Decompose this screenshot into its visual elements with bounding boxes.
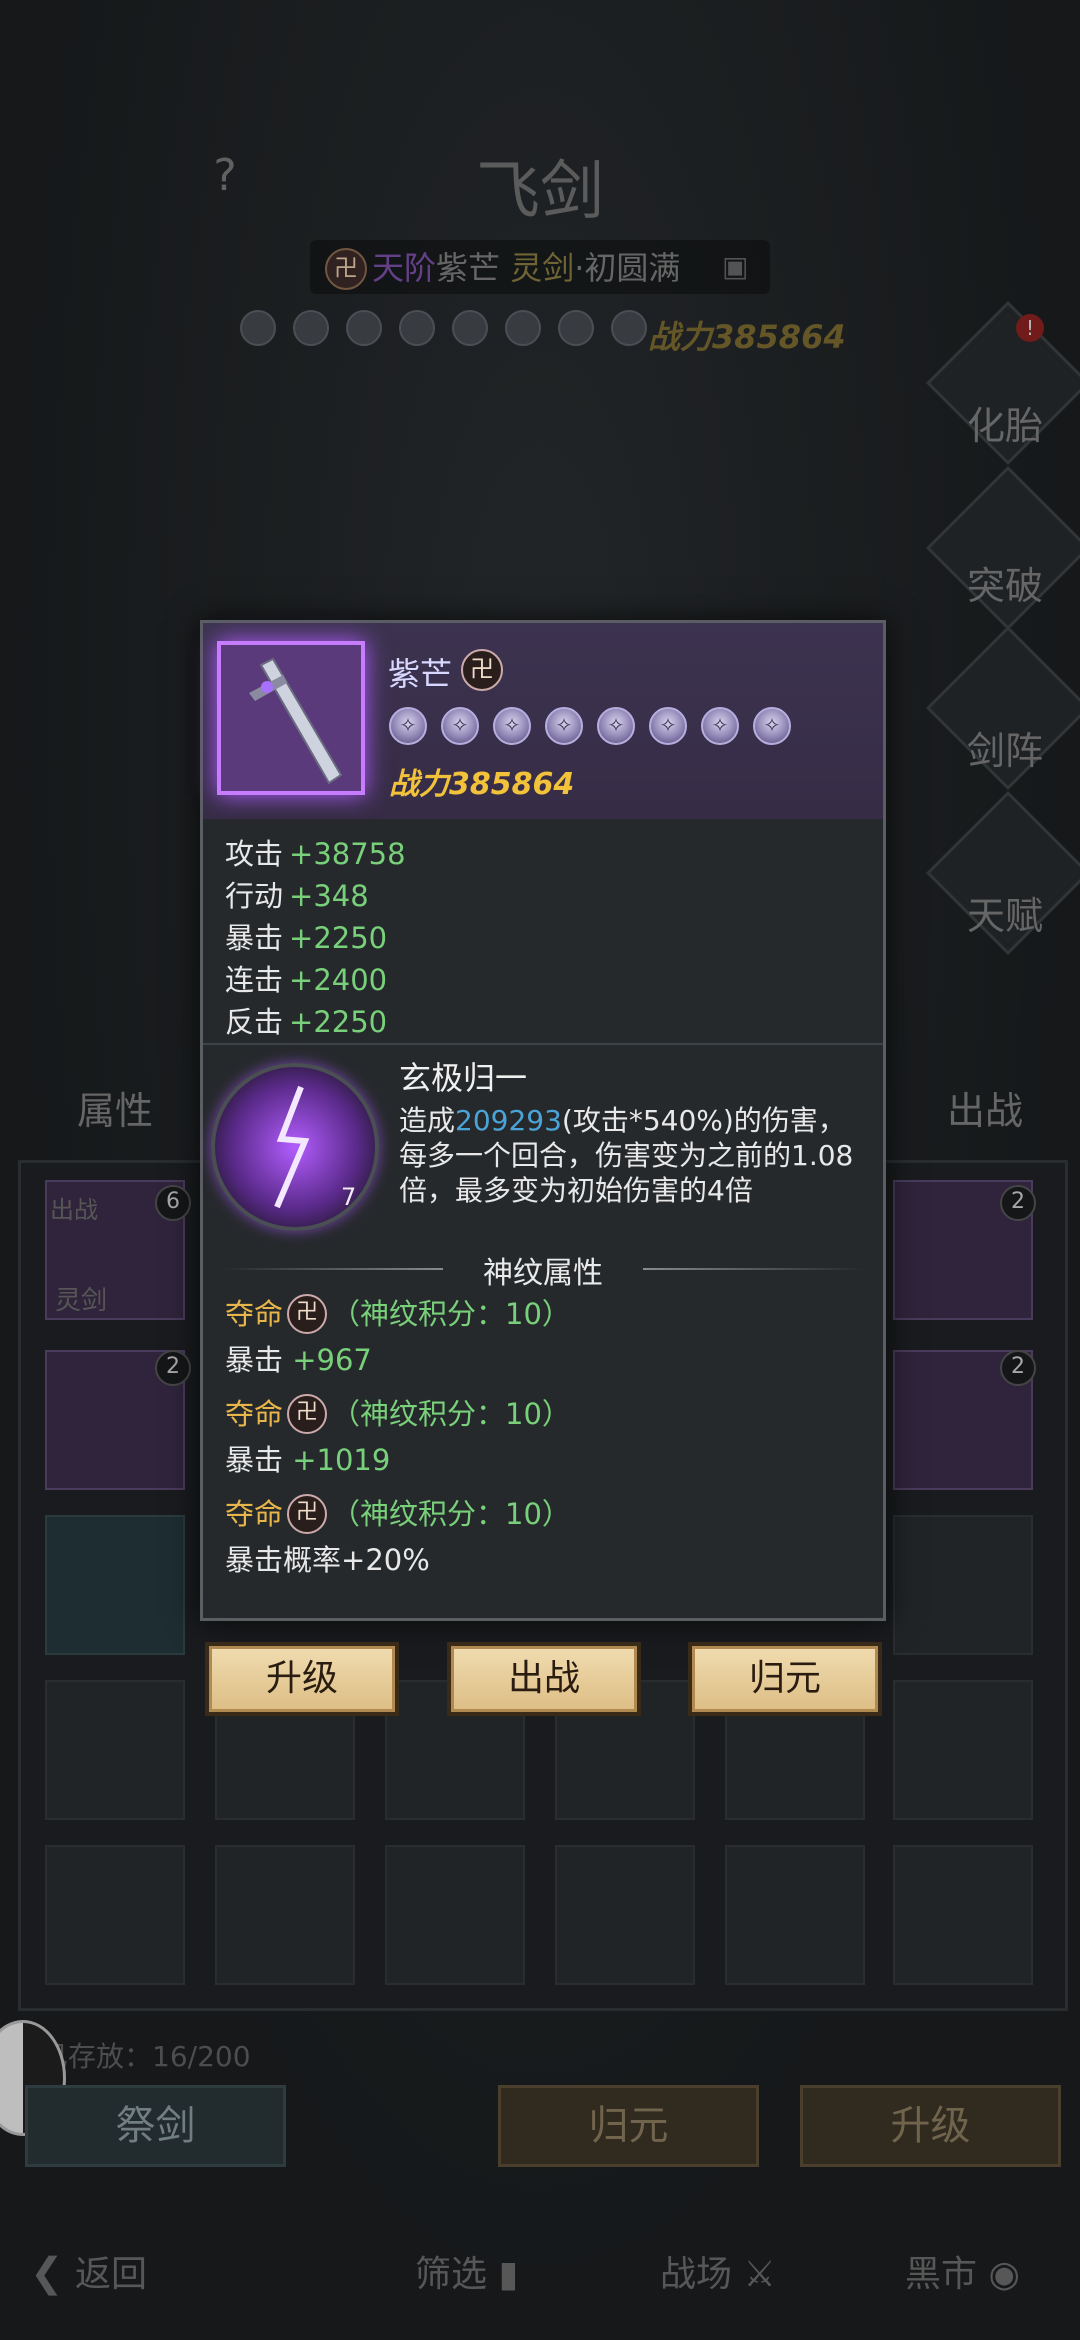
stat-row: 攻击 +38758	[225, 833, 406, 875]
stat-name: 连击	[225, 963, 284, 997]
rune-entry: 夺命卍（神纹积分：10） 暴击概率+20%	[225, 1491, 865, 1583]
rune-emblem-icon: 卍	[287, 1494, 328, 1534]
section-line-right	[643, 1268, 863, 1270]
deploy-button[interactable]: 出战	[447, 1642, 641, 1716]
divider	[203, 1043, 883, 1045]
rune-name: 夺命	[225, 1397, 284, 1431]
rune-score: （神纹积分：10）	[331, 1397, 571, 1431]
rank-emblem-icon: 卍	[461, 649, 503, 691]
rune-section-title: 神纹属性	[483, 1256, 603, 1291]
stat-row: 暴击 +2250	[225, 917, 406, 959]
rune-stat-value: +1019	[292, 1443, 391, 1477]
skill-description: 造成209293(攻击*540%)的伤害，每多一个回合，伤害变为之前的1.08倍…	[399, 1103, 869, 1208]
star-icon: ✧	[389, 707, 427, 745]
rune-name: 夺命	[225, 1497, 284, 1531]
rune-header: 夺命卍（神纹积分：10）	[225, 1491, 865, 1537]
star-icon: ✧	[493, 707, 531, 745]
stat-value: +2250	[289, 1005, 388, 1039]
rune-name: 夺命	[225, 1297, 284, 1331]
skill-desc-prefix: 造成	[399, 1104, 456, 1137]
stat-row: 行动 +348	[225, 875, 406, 917]
skill-title: 玄极归一	[399, 1059, 528, 1097]
item-frame	[217, 641, 365, 795]
rune-score: （神纹积分：10）	[331, 1497, 571, 1531]
star-row: ✧ ✧ ✧ ✧ ✧ ✧ ✧ ✧	[389, 707, 791, 745]
rune-stat: 暴击 +1019	[225, 1437, 865, 1483]
star-icon: ✧	[441, 707, 479, 745]
upgrade-button[interactable]: 升级	[205, 1642, 399, 1716]
stat-value: +2400	[289, 963, 388, 997]
stat-name: 攻击	[225, 837, 284, 871]
rune-entry: 夺命卍（神纹积分：10） 暴击 +1019	[225, 1391, 865, 1483]
rune-emblem-icon: 卍	[287, 1394, 328, 1434]
rune-header: 夺命卍（神纹积分：10）	[225, 1291, 865, 1337]
star-icon: ✧	[545, 707, 583, 745]
star-icon: ✧	[753, 707, 791, 745]
sword-icon	[249, 657, 343, 785]
item-power: 战力385864	[389, 767, 575, 802]
stat-row: 反击 +2250	[225, 1001, 406, 1043]
stat-list: 攻击 +38758 行动 +348 暴击 +2250 连击 +2400 反击 +2250	[225, 833, 406, 1043]
rune-entry: 夺命卍（神纹积分：10） 暴击 +967	[225, 1291, 865, 1383]
stat-row: 连击 +2400	[225, 959, 406, 1001]
rune-stat-value: +967	[292, 1343, 372, 1377]
sword-detail-popup: 紫芒 卍 ✧ ✧ ✧ ✧ ✧ ✧ ✧ ✧ 战力385864 攻击 +38758 行动 +348 暴…	[200, 620, 886, 1621]
rune-stat-name: 暴击	[225, 1343, 284, 1377]
rune-emblem-icon: 卍	[287, 1294, 328, 1334]
star-icon: ✧	[649, 707, 687, 745]
rune-stat: 暴击 +967	[225, 1337, 865, 1383]
return-origin-popup-button[interactable]: 归元	[688, 1642, 882, 1716]
stat-name: 暴击	[225, 921, 284, 955]
skill-damage-value: 209293	[455, 1104, 562, 1137]
stat-name: 反击	[225, 1005, 284, 1039]
stat-value: +38758	[289, 837, 406, 871]
rune-header: 夺命卍（神纹积分：10）	[225, 1391, 865, 1437]
star-icon: ✧	[597, 707, 635, 745]
rune-stat-value: +20%	[341, 1543, 430, 1577]
rune-stat-name: 暴击	[225, 1443, 284, 1477]
star-icon: ✧	[701, 707, 739, 745]
stat-name: 行动	[225, 879, 284, 913]
skill-level: 7	[341, 1183, 357, 1211]
stat-value: +348	[289, 879, 369, 913]
stat-value: +2250	[289, 921, 388, 955]
rune-stat: 暴击概率+20%	[225, 1537, 865, 1583]
rune-score: （神纹积分：10）	[331, 1297, 571, 1331]
item-name: 紫芒	[388, 655, 453, 693]
rune-stat-name: 暴击概率	[225, 1543, 342, 1577]
